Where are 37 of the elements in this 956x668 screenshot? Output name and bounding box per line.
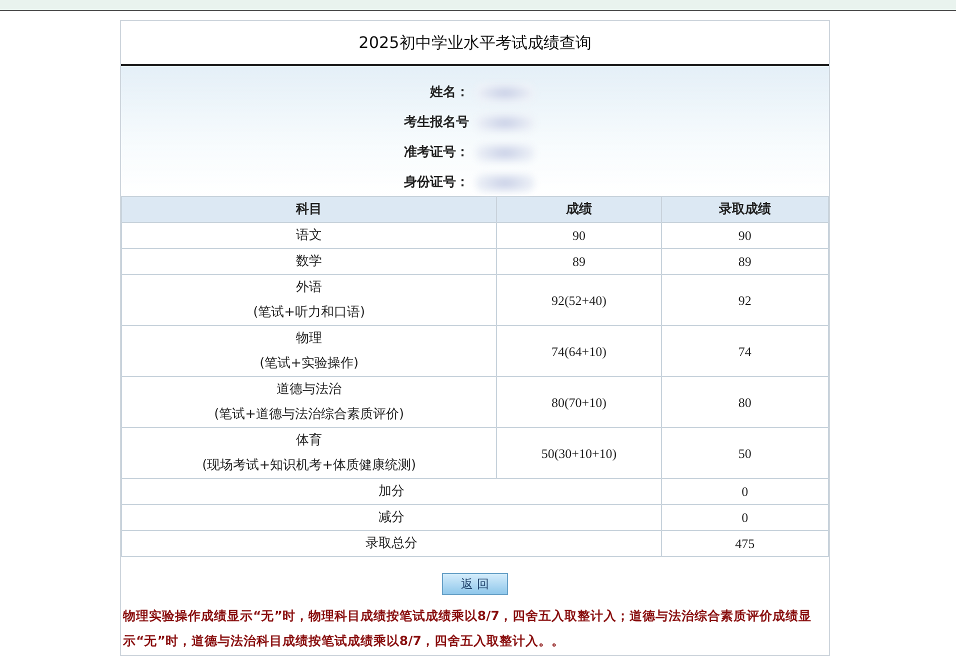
- field-label: 考生报名号: [403, 114, 469, 132]
- subject-detail: (笔试+实验操作): [258, 355, 360, 373]
- subject-name: 道德与法治: [276, 381, 343, 399]
- admitted-score-cell: 92: [661, 274, 828, 326]
- score-cell: 90: [496, 222, 662, 248]
- admitted-score-cell: 80: [661, 376, 828, 428]
- summary-label: 录取总分: [122, 530, 662, 556]
- admitted-score-cell: 74: [661, 326, 828, 376]
- summary-value: 0: [661, 504, 828, 530]
- field-label: 身份证号：: [403, 174, 469, 192]
- back-button[interactable]: 返 回: [442, 573, 508, 595]
- subject-detail: (现场考试+知识机考+体质健康统测): [201, 457, 418, 475]
- summary-value: 475: [661, 530, 828, 556]
- column-header: 科目: [122, 196, 497, 222]
- subject-cell: 数学: [122, 248, 497, 274]
- admitted-score-cell: 90: [661, 222, 828, 248]
- column-header: 录取成绩: [661, 196, 828, 222]
- field-label: 姓名：: [428, 84, 469, 102]
- summary-label: 加分: [122, 478, 662, 504]
- subject-name: 外语: [295, 279, 324, 297]
- summary-label: 减分: [122, 504, 662, 530]
- admitted-score-cell: 50: [661, 428, 828, 478]
- subject-detail: (笔试+听力和口语): [252, 304, 366, 322]
- subject-name: 体育: [295, 432, 324, 450]
- summary-value: 0: [661, 478, 828, 504]
- column-header: 成绩: [496, 196, 662, 222]
- subject-name: 物理: [295, 330, 324, 348]
- score-cell: 80(70+10): [496, 376, 662, 428]
- score-cell: 92(52+40): [496, 274, 662, 326]
- field-label: 准考证号：: [403, 144, 469, 162]
- note-text: 物理实验操作成绩显示“无”时，物理科目成绩按笔试成绩乘以8/7，四舍五入取整计入；道德与法治综合素质评价成绩显示“无”时，道德与法治科目成绩按笔试成绩乘以8/7，四舍五入取整计入。。: [122, 607, 812, 650]
- score-cell: 74(64+10): [496, 326, 662, 376]
- score-cell: 50(30+10+10): [496, 428, 662, 478]
- subject-detail: (笔试+道德与法治综合素质评价): [213, 406, 406, 424]
- score-cell: 89: [496, 248, 662, 274]
- subject-cell: 语文: [122, 222, 497, 248]
- admitted-score-cell: 89: [661, 248, 828, 274]
